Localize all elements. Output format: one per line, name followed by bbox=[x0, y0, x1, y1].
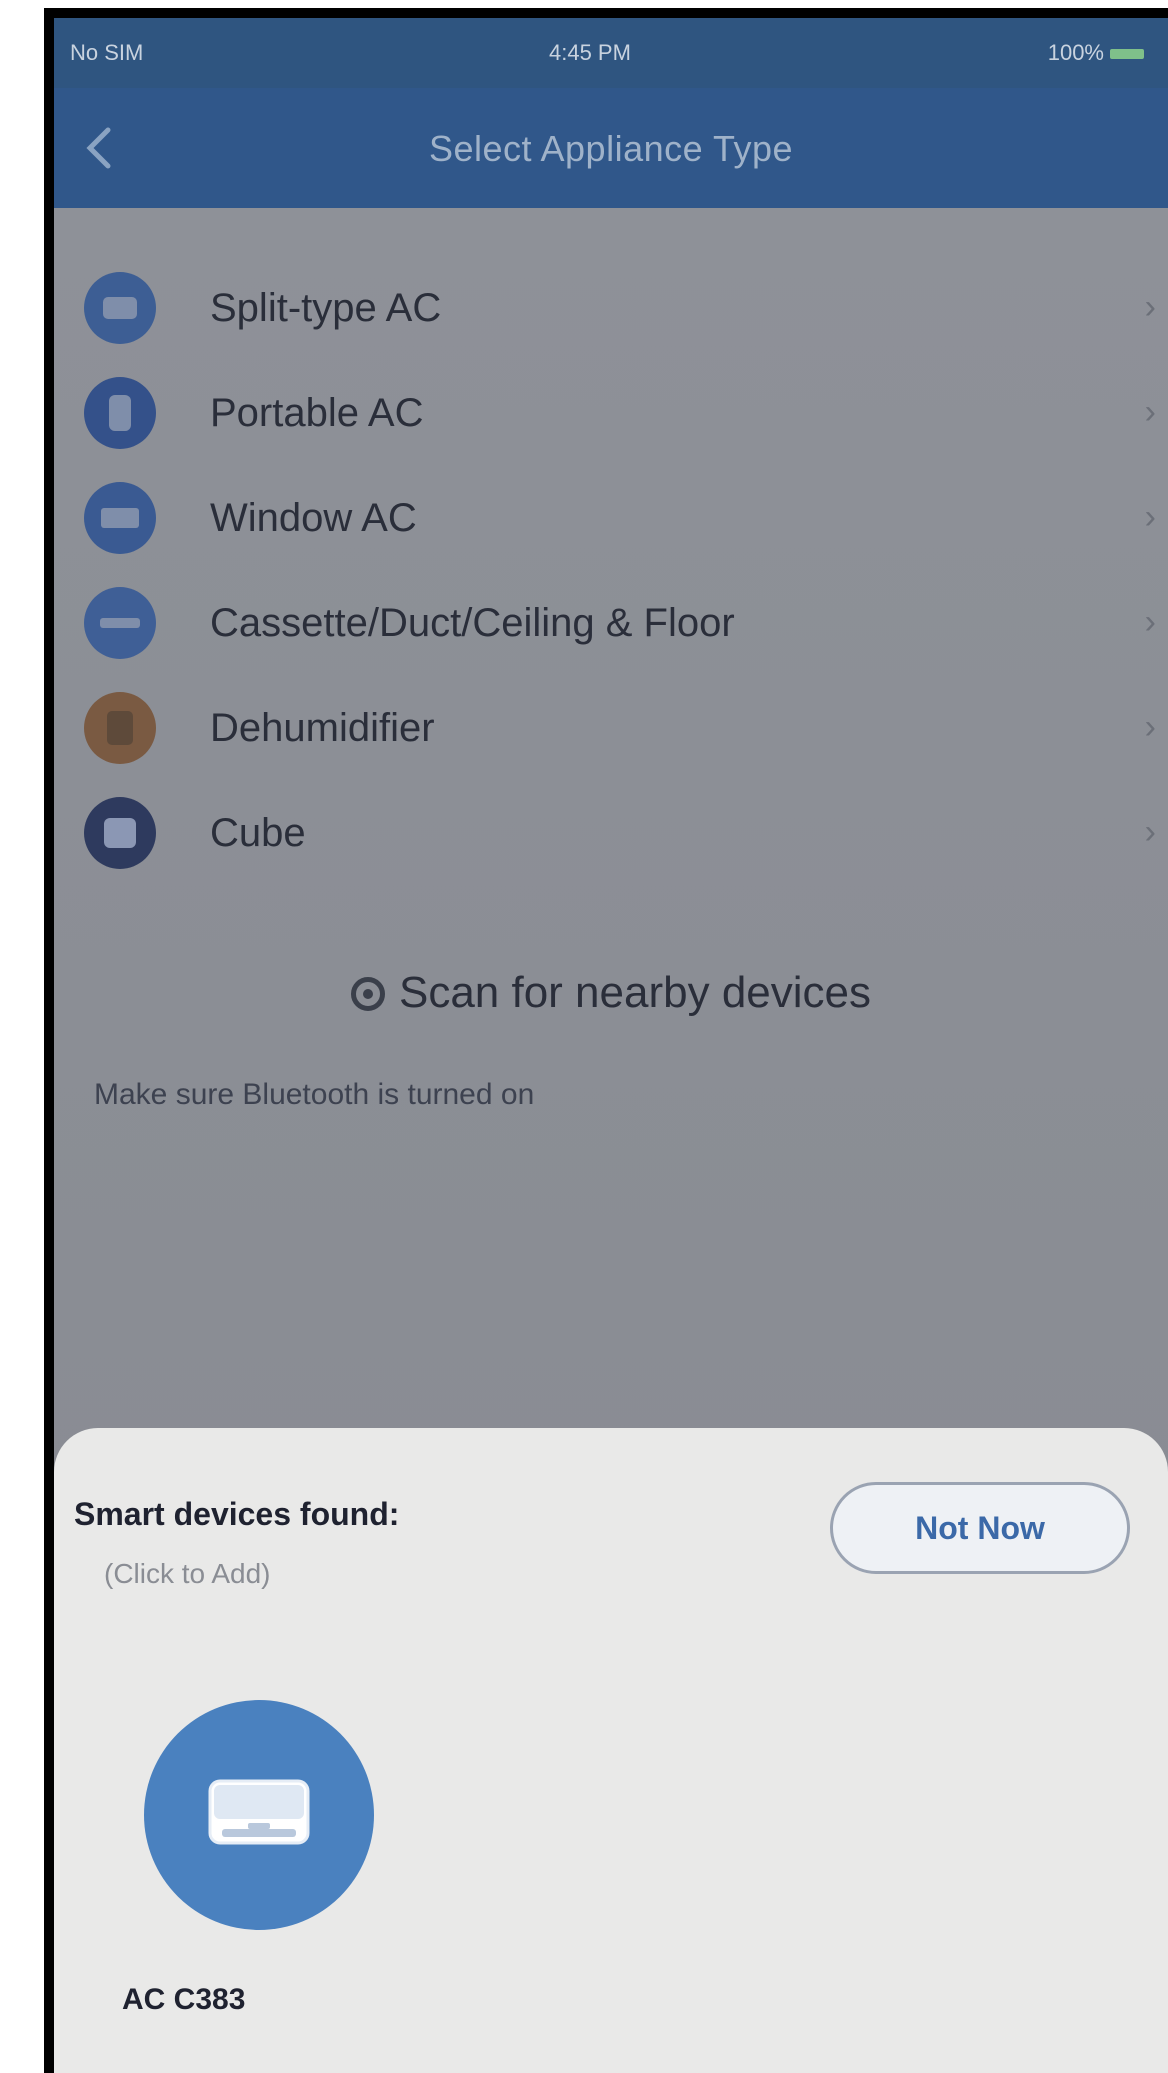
not-now-button[interactable]: Not Now bbox=[830, 1482, 1130, 1574]
devices-found-sheet: Smart devices found: (Click to Add) Not … bbox=[54, 1428, 1168, 2073]
cassette-ac-icon bbox=[84, 587, 156, 659]
appliance-item-cassette-ac[interactable]: Cassette/Duct/Ceiling & Floor › bbox=[54, 563, 1168, 683]
carrier-label: No SIM bbox=[70, 40, 144, 65]
scan-icon bbox=[350, 977, 385, 1011]
ac-unit-icon bbox=[144, 1700, 374, 1930]
appliance-item-window-ac[interactable]: Window AC › bbox=[54, 458, 1168, 578]
chevron-right-icon: › bbox=[1144, 393, 1156, 431]
appliance-item-cube[interactable]: Cube › bbox=[54, 773, 1168, 893]
clock: 4:45 PM bbox=[549, 40, 631, 65]
phone-screen: No SIM 4:45 PM 100% Select Appliance Typ… bbox=[44, 8, 1168, 2073]
appliance-label: Portable AC bbox=[210, 391, 424, 435]
battery-icon bbox=[1110, 49, 1144, 60]
appliance-item-split-ac[interactable]: Split-type AC › bbox=[54, 248, 1168, 368]
appliance-label: Split-type AC bbox=[210, 286, 442, 330]
scan-nearby-button[interactable]: Scan for nearby devices bbox=[54, 968, 1168, 1018]
battery-percent: 100% bbox=[1047, 40, 1104, 65]
portable-ac-icon bbox=[84, 377, 156, 449]
appliance-item-portable-ac[interactable]: Portable AC › bbox=[54, 353, 1168, 473]
window-ac-icon bbox=[84, 482, 156, 554]
sheet-title: Smart devices found: bbox=[74, 1496, 400, 1532]
device-name: AC C383 bbox=[122, 1983, 246, 2016]
appliance-label: Dehumidifier bbox=[210, 706, 435, 750]
appliance-label: Window AC bbox=[210, 496, 417, 540]
appliance-label: Cassette/Duct/Ceiling & Floor bbox=[210, 601, 735, 645]
status-bar: No SIM 4:45 PM 100% bbox=[54, 18, 1168, 88]
cube-icon bbox=[84, 797, 156, 869]
battery-indicator: 100% bbox=[1048, 40, 1144, 66]
bluetooth-hint: Make sure Bluetooth is turned on bbox=[94, 1078, 535, 1108]
page-title: Select Appliance Type bbox=[428, 128, 794, 169]
chevron-right-icon: › bbox=[1144, 708, 1156, 746]
chevron-right-icon: › bbox=[1144, 498, 1156, 536]
dehumidifier-icon bbox=[84, 692, 156, 764]
nav-bar: Select Appliance Type bbox=[54, 88, 1168, 208]
split-ac-icon bbox=[84, 272, 156, 344]
appliance-label: Cube bbox=[210, 811, 306, 855]
chevron-right-icon: › bbox=[1144, 603, 1156, 641]
scan-label: Scan for nearby devices bbox=[398, 968, 872, 1017]
appliance-item-dehumidifier[interactable]: Dehumidifier › bbox=[54, 668, 1168, 788]
chevron-right-icon: › bbox=[1144, 813, 1156, 851]
chevron-right-icon: › bbox=[1144, 288, 1156, 326]
device-tile[interactable] bbox=[144, 1700, 374, 1940]
sheet-subtitle: (Click to Add) bbox=[104, 1558, 271, 1589]
